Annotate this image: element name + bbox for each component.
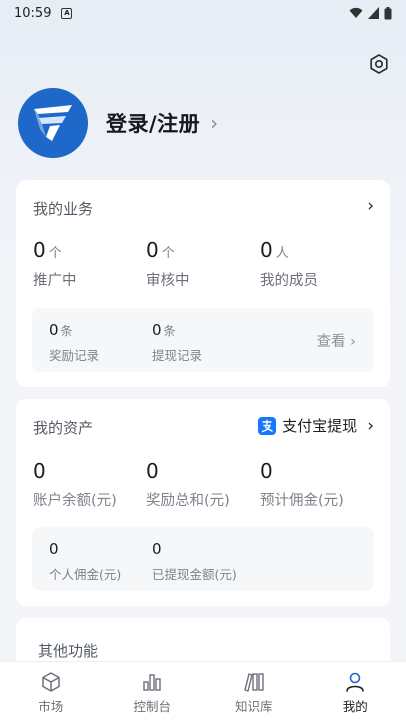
members-unit: 人 — [275, 246, 289, 261]
wifi-icon — [349, 7, 363, 18]
signal-icon — [368, 7, 379, 19]
my-business-more-icon[interactable]: › — [367, 196, 374, 216]
withdraw-records-unit: 条 — [163, 324, 176, 338]
account-balance-label: 账户余额(元) — [33, 493, 117, 509]
gear-icon — [370, 54, 388, 74]
tab-mine[interactable]: 我的 — [305, 662, 406, 721]
settings-button[interactable] — [366, 51, 392, 77]
alipay-withdraw-link[interactable]: 支付宝提现 › — [258, 415, 374, 436]
expected-commission-value: 0 — [260, 459, 273, 483]
promoting-count: 0 — [33, 238, 46, 262]
withdraw-records-count: 0 — [152, 321, 162, 339]
records-box: 0条 奖励记录 0条 提现记录 查看 › — [32, 308, 374, 372]
tab-console-label: 控制台 — [133, 699, 171, 714]
withdrawn-amount-value: 0 — [152, 540, 162, 558]
reward-records-unit: 条 — [60, 324, 73, 338]
reviewing-count: 0 — [146, 238, 159, 262]
battery-icon — [384, 6, 392, 19]
expected-commission-label: 预计佣金(元) — [260, 493, 344, 509]
expected-commission-stat[interactable]: 0 预计佣金(元) — [260, 459, 344, 510]
promoting-stat[interactable]: 0个 推广中 — [33, 238, 77, 290]
reward-total-label: 奖励总和(元) — [146, 493, 230, 509]
status-time: 10:59 — [14, 5, 52, 21]
tab-knowledge-base[interactable]: 知识库 — [203, 662, 305, 721]
my-assets-title: 我的资产 — [33, 419, 94, 437]
reward-total-stat[interactable]: 0 奖励总和(元) — [146, 459, 230, 510]
withdrawn-amount-label: 已提现金额(元) — [152, 567, 237, 582]
commission-box: 0 个人佣金(元) 0 已提现金额(元) — [32, 527, 374, 591]
my-assets-card: 我的资产 支付宝提现 › 0 账户余额(元) 0 奖励总和(元) 0 预计佣金(… — [16, 399, 390, 606]
alipay-icon — [258, 416, 277, 435]
members-label: 我的成员 — [260, 273, 318, 289]
bottom-tab-bar: 市场 控制台 知识库 我的 — [0, 661, 406, 721]
promoting-unit: 个 — [48, 246, 62, 261]
tab-knowledge-base-label: 知识库 — [234, 699, 273, 714]
reward-records-count: 0 — [49, 321, 59, 339]
other-functions-title: 其他功能 — [38, 642, 99, 660]
members-count: 0 — [260, 238, 273, 262]
promoting-label: 推广中 — [33, 273, 77, 289]
my-business-title: 我的业务 — [33, 200, 94, 218]
notification-icon: A — [61, 7, 73, 19]
reward-records[interactable]: 0条 奖励记录 — [49, 320, 99, 364]
chevron-right-icon: › — [367, 415, 374, 436]
person-icon — [346, 672, 365, 692]
reward-records-label: 奖励记录 — [49, 348, 100, 363]
tab-mine-label: 我的 — [342, 699, 368, 714]
login-register-entry[interactable]: 登录/注册 › — [18, 88, 218, 158]
tab-market-label: 市场 — [38, 699, 64, 714]
reviewing-label: 审核中 — [146, 273, 190, 289]
personal-commission-label: 个人佣金(元) — [49, 567, 122, 582]
my-business-card: 我的业务 › 0个 推广中 0个 审核中 0人 我的成员 0条 奖励记录 0条 … — [16, 180, 390, 387]
app-logo-icon — [34, 105, 72, 141]
tab-market[interactable]: 市场 — [0, 662, 102, 721]
avatar — [18, 88, 88, 158]
personal-commission-value: 0 — [49, 540, 59, 558]
status-bar: 10:59 A — [0, 0, 406, 26]
members-stat[interactable]: 0人 我的成员 — [260, 238, 318, 290]
withdraw-records[interactable]: 0条 提现记录 — [152, 320, 202, 364]
books-icon — [244, 673, 264, 692]
tab-console[interactable]: 控制台 — [102, 662, 204, 721]
withdrawn-amount[interactable]: 0 已提现金额(元) — [152, 539, 237, 583]
view-records-link[interactable]: 查看 › — [317, 330, 356, 351]
account-balance-value: 0 — [33, 459, 46, 483]
bar-chart-icon — [143, 674, 161, 691]
alipay-withdraw-label: 支付宝提现 — [282, 417, 358, 435]
status-icons — [349, 6, 392, 20]
withdraw-records-label: 提现记录 — [152, 348, 203, 363]
account-balance-stat[interactable]: 0 账户余额(元) — [33, 459, 117, 510]
login-register-label: 登录/注册 — [106, 112, 201, 136]
chevron-right-icon: › — [210, 111, 219, 135]
personal-commission[interactable]: 0 个人佣金(元) — [49, 539, 121, 583]
reviewing-unit: 个 — [161, 246, 175, 261]
reward-total-value: 0 — [146, 459, 159, 483]
reviewing-stat[interactable]: 0个 审核中 — [146, 238, 190, 290]
cube-icon — [42, 672, 60, 692]
